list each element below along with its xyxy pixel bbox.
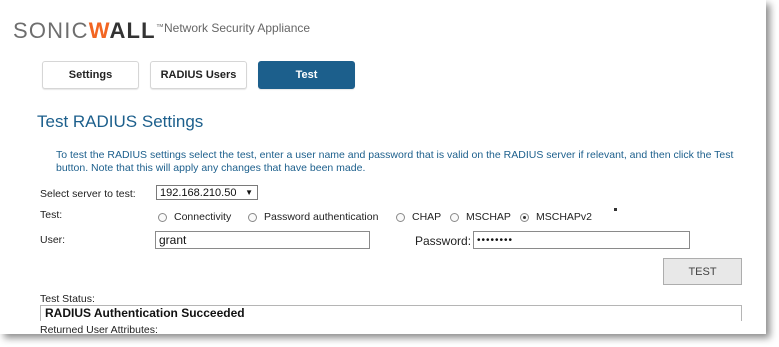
server-select[interactable]: 192.168.210.50 ▼ <box>156 185 258 200</box>
app-subtitle: Network Security Appliance <box>164 21 311 35</box>
radio-password-authentication[interactable]: Password authentication <box>248 211 378 223</box>
password-input[interactable]: •••••••• <box>473 231 690 249</box>
radio-mschapv2[interactable]: MSCHAPv2 <box>520 211 592 223</box>
tab-test[interactable]: Test <box>258 61 355 89</box>
radio-icon <box>248 212 257 222</box>
test-button[interactable]: TEST <box>663 258 742 285</box>
tab-radius-users[interactable]: RADIUS Users <box>150 61 247 89</box>
app-window: SONICWALL™ Network Security Appliance Se… <box>0 0 766 334</box>
mark-dot <box>614 208 617 211</box>
radio-icon <box>450 212 459 222</box>
tab-settings[interactable]: Settings <box>42 61 139 89</box>
radio-selected-icon <box>520 212 529 222</box>
user-input[interactable]: grant <box>155 231 370 249</box>
test-status-label: Test Status: <box>40 293 95 305</box>
returned-attributes-label: Returned User Attributes: <box>40 324 158 334</box>
radio-chap[interactable]: CHAP <box>396 211 441 223</box>
radio-icon <box>396 212 405 222</box>
test-label: Test: <box>40 209 63 221</box>
chevron-down-icon: ▼ <box>245 188 253 197</box>
password-label: Password: <box>415 234 472 248</box>
radio-mschap[interactable]: MSCHAP <box>450 211 511 223</box>
page-title: Test RADIUS Settings <box>37 112 204 131</box>
server-label: Select server to test: <box>40 188 136 200</box>
sonicwall-logo: SONICWALL™ <box>13 18 166 43</box>
user-label: User: <box>40 234 66 246</box>
test-status-value: RADIUS Authentication Succeeded <box>40 305 742 321</box>
radio-connectivity[interactable]: Connectivity <box>158 211 231 223</box>
page-description: To test the RADIUS settings select the t… <box>56 149 734 174</box>
radio-icon <box>158 212 167 222</box>
